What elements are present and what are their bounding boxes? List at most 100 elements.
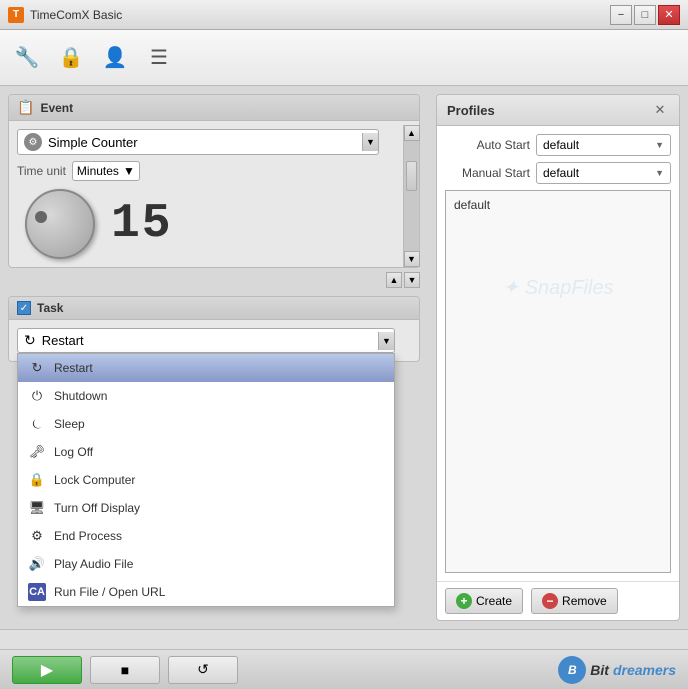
event-section: 📋 Event ⚙ Simple Counter ▼ Time unit — [8, 94, 420, 268]
timer-knob[interactable] — [25, 189, 95, 259]
menu-item-lockcomputer[interactable]: 🔒 Lock Computer — [18, 466, 394, 494]
event-dropdown-value: Simple Counter — [48, 135, 138, 150]
audio-menu-icon: 🔊 — [28, 555, 46, 573]
manual-start-label: Manual Start — [445, 166, 530, 180]
right-panel: Profiles ✕ Auto Start default ▼ Manual S… — [428, 86, 688, 629]
title-bar-left: T TimeComX Basic — [8, 7, 122, 23]
endprocess-menu-icon: ⚙ — [28, 527, 46, 545]
auto-start-label: Auto Start — [445, 138, 530, 152]
user-icon[interactable]: 👤 — [100, 43, 130, 73]
menu-item-turnoffdisplay[interactable]: 🖥 Turn Off Display — [18, 494, 394, 522]
between-scroll-down[interactable]: ▼ — [404, 272, 420, 288]
menu-label-sleep: Sleep — [54, 417, 85, 431]
shutdown-menu-icon: ⏻ — [28, 387, 46, 405]
menu-item-endprocess[interactable]: ⚙ End Process — [18, 522, 394, 550]
play-button[interactable]: ▶ — [12, 656, 82, 684]
menu-label-runfile: Run File / Open URL — [54, 585, 165, 599]
event-header: 📋 Event — [9, 95, 419, 121]
knob-dot — [35, 211, 47, 223]
task-header: ✓ Task — [9, 297, 419, 320]
task-dropdown-container: ↻ Restart ▼ ↻ Restart ⏻ Shutdown — [17, 328, 411, 353]
between-scroll-up[interactable]: ▲ — [386, 272, 402, 288]
event-dropdown-arrow[interactable]: ▼ — [362, 133, 378, 151]
maximize-button[interactable]: □ — [634, 5, 656, 25]
menu-label-turnoffdisplay: Turn Off Display — [54, 501, 140, 515]
profiles-header: Profiles ✕ — [437, 95, 679, 126]
event-content: ⚙ Simple Counter ▼ Time unit Minutes ▼ — [9, 121, 419, 267]
scroll-track[interactable] — [404, 141, 419, 251]
app-icon: T — [8, 7, 24, 23]
minimize-button[interactable]: − — [610, 5, 632, 25]
close-button[interactable]: ✕ — [658, 5, 680, 25]
task-dropdown-value: Restart — [42, 333, 84, 348]
scroll-down-btn[interactable]: ▼ — [404, 251, 420, 267]
menu-label-lockcomputer: Lock Computer — [54, 473, 135, 487]
profiles-close-button[interactable]: ✕ — [651, 101, 669, 119]
logoff-menu-icon: 🗝 — [28, 443, 46, 461]
event-title: Event — [40, 101, 73, 115]
auto-start-arrow: ▼ — [655, 140, 664, 150]
task-title: Task — [37, 301, 63, 315]
bottom-controls: ▶ ■ ↺ — [12, 656, 238, 684]
profiles-list-item-default[interactable]: default — [450, 195, 666, 215]
window-title: TimeComX Basic — [30, 8, 122, 22]
profiles-body: Auto Start default ▼ Manual Start defaul… — [437, 126, 679, 581]
scroll-up-btn[interactable]: ▲ — [404, 125, 420, 141]
time-unit-arrow: ▼ — [123, 164, 135, 178]
task-checkbox[interactable]: ✓ — [17, 301, 31, 315]
title-bar-controls: − □ ✕ — [610, 5, 680, 25]
brand-bit: Bit — [590, 662, 609, 678]
auto-start-select[interactable]: default ▼ — [536, 134, 671, 156]
event-icon: 📋 — [17, 99, 34, 116]
auto-start-row: Auto Start default ▼ — [445, 134, 671, 156]
repeat-button[interactable]: ↺ — [168, 656, 238, 684]
remove-label: Remove — [562, 594, 607, 608]
wrench-icon[interactable]: 🔧 — [12, 43, 42, 73]
task-dropdown-arrow[interactable]: ▼ — [378, 332, 394, 350]
profiles-actions: + Create − Remove — [437, 581, 679, 620]
menu-item-runfile[interactable]: CA Run File / Open URL — [18, 578, 394, 606]
event-scrollbar[interactable]: ▲ ▼ — [403, 125, 419, 267]
time-unit-value: Minutes — [77, 164, 119, 178]
remove-icon: − — [542, 593, 558, 609]
scroll-thumb[interactable] — [406, 161, 417, 191]
menu-label-playaudio: Play Audio File — [54, 557, 133, 571]
task-dropdown-menu: ↻ Restart ⏻ Shutdown ⏾ Sleep 🗝 — [17, 353, 395, 607]
brand-dreamers: dreamers — [613, 662, 676, 678]
time-unit-select[interactable]: Minutes ▼ — [72, 161, 140, 181]
time-unit-label: Time unit — [17, 164, 66, 178]
profiles-box: Profiles ✕ Auto Start default ▼ Manual S… — [436, 94, 680, 621]
menu-label-restart: Restart — [54, 361, 93, 375]
task-dropdown[interactable]: ↻ Restart ▼ — [17, 328, 395, 353]
snapfiles-watermark: ✦ SnapFiles — [450, 275, 666, 300]
remove-button[interactable]: − Remove — [531, 588, 618, 614]
menu-item-playaudio[interactable]: 🔊 Play Audio File — [18, 550, 394, 578]
menu-item-shutdown[interactable]: ⏻ Shutdown — [18, 382, 394, 410]
brand-circle: B — [558, 656, 586, 684]
toolbar: 🔧 🔒 👤 ☰ — [0, 30, 688, 86]
stop-button[interactable]: ■ — [90, 656, 160, 684]
menu-label-shutdown: Shutdown — [54, 389, 107, 403]
create-button[interactable]: + Create — [445, 588, 523, 614]
menu-label-logoff: Log Off — [54, 445, 93, 459]
menu-item-sleep[interactable]: ⏾ Sleep — [18, 410, 394, 438]
create-icon: + — [456, 593, 472, 609]
time-unit-row: Time unit Minutes ▼ — [17, 161, 395, 181]
menu-item-logoff[interactable]: 🗝 Log Off — [18, 438, 394, 466]
event-dropdown[interactable]: ⚙ Simple Counter ▼ — [17, 129, 379, 155]
knob-display-row: 15 — [25, 189, 395, 259]
between-scrolls: ▲ ▼ — [8, 272, 420, 288]
title-bar: T TimeComX Basic − □ ✕ — [0, 0, 688, 30]
task-section: ✓ Task ↻ Restart ▼ ↻ — [8, 296, 420, 362]
profiles-list[interactable]: default ✦ SnapFiles — [445, 190, 671, 573]
manual-start-value: default — [543, 166, 579, 180]
lock-menu-icon: 🔒 — [28, 471, 46, 489]
brand: B Bitdreamers — [558, 656, 676, 684]
restart-menu-icon: ↻ — [28, 359, 46, 377]
list-icon[interactable]: ☰ — [144, 43, 174, 73]
menu-item-restart[interactable]: ↻ Restart — [18, 354, 394, 382]
counter-icon: ⚙ — [24, 133, 42, 151]
status-bar — [0, 629, 688, 649]
manual-start-select[interactable]: default ▼ — [536, 162, 671, 184]
lock-icon[interactable]: 🔒 — [56, 43, 86, 73]
